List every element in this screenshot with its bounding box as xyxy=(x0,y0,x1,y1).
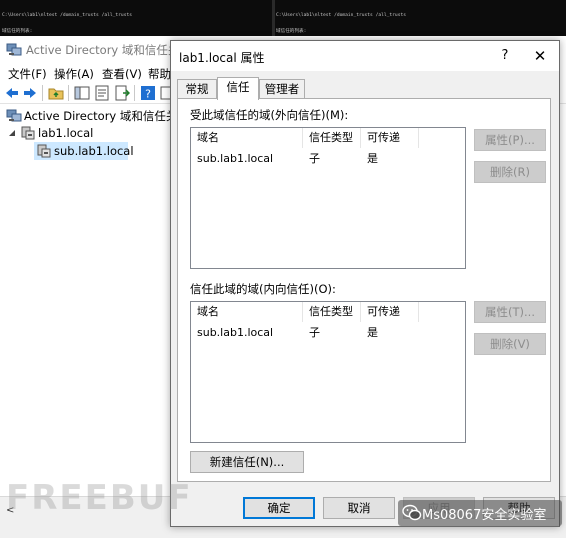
wechat-logo-icon xyxy=(402,504,422,521)
table-row[interactable]: sub.lab1.local 子 是 xyxy=(191,324,465,342)
list-header: 域名 信任类型 可传递 xyxy=(191,128,465,148)
toolbar-separator xyxy=(134,85,135,101)
console-tree: Active Directory 域和信任关系 [ lab1.local sub… xyxy=(0,106,197,506)
cell-domain-name: sub.lab1.local xyxy=(197,326,274,339)
help-button[interactable]: ? xyxy=(493,46,517,66)
toolbar-separator xyxy=(42,85,43,101)
help-icon[interactable]: ? xyxy=(140,85,156,101)
show-hide-tree-icon[interactable] xyxy=(74,85,90,101)
dialog-titlebar: lab1.local 属性 ? ✕ xyxy=(171,41,559,71)
outgoing-trusts-list[interactable]: 域名 信任类型 可传递 sub.lab1.local 子 是 xyxy=(190,127,466,269)
wechat-watermark-text: Ms08067安全实验室 xyxy=(422,508,547,523)
console-line: C:\Users\lab1\nltest /domain_trusts /all… xyxy=(2,12,132,18)
expanded-chevron-icon[interactable] xyxy=(8,129,16,137)
freebuf-watermark: FREEBUF xyxy=(6,478,193,518)
ad-domains-icon xyxy=(6,43,22,56)
cell-transitive: 是 xyxy=(367,326,378,339)
tab-trusts[interactable]: 信任 xyxy=(217,77,259,100)
cell-domain-name: sub.lab1.local xyxy=(197,152,274,165)
outgoing-remove-button[interactable]: 删除(R) xyxy=(474,161,546,183)
domain-icon xyxy=(37,144,51,158)
dialog-title: lab1.local 属性 xyxy=(179,51,265,65)
mmc-title: Active Directory 域和信任关系 xyxy=(26,43,191,57)
tree-item-lab1-local[interactable]: lab1.local xyxy=(4,124,170,142)
cell-trust-type: 子 xyxy=(309,326,320,339)
console-line: 域信任的列表: xyxy=(2,29,33,35)
incoming-trusts-list[interactable]: 域名 信任类型 可传递 sub.lab1.local 子 是 xyxy=(190,301,466,443)
cancel-button[interactable]: 取消 xyxy=(323,497,395,519)
column-transitive[interactable]: 可传递 xyxy=(361,302,419,322)
svg-text:?: ? xyxy=(145,88,151,101)
domain-icon xyxy=(21,126,35,140)
menu-file[interactable]: 文件(F) xyxy=(8,66,47,82)
menu-view[interactable]: 查看(V) xyxy=(102,66,142,82)
properties-icon[interactable] xyxy=(94,85,110,101)
column-trust-type[interactable]: 信任类型 xyxy=(303,128,361,148)
tree-item-sub-lab1-local[interactable]: sub.lab1.local xyxy=(34,142,134,160)
cell-transitive: 是 xyxy=(367,152,378,165)
menu-action[interactable]: 操作(A) xyxy=(54,66,94,82)
tab-strip: 常规 信任 管理者 xyxy=(177,77,557,100)
table-row[interactable]: sub.lab1.local 子 是 xyxy=(191,150,465,168)
console-line: 域信任的列表: xyxy=(276,29,307,35)
column-trust-type[interactable]: 信任类型 xyxy=(303,302,361,322)
outgoing-trusts-label: 受此域信任的域(外向信任)(M): xyxy=(190,108,349,122)
back-arrow-icon[interactable] xyxy=(4,85,20,101)
incoming-properties-button[interactable]: 属性(T)... xyxy=(474,301,546,323)
new-trust-button[interactable]: 新建信任(N)... xyxy=(190,451,304,473)
column-transitive[interactable]: 可传递 xyxy=(361,128,419,148)
tab-managed-by[interactable]: 管理者 xyxy=(259,79,305,99)
folder-up-icon[interactable] xyxy=(48,85,64,101)
incoming-remove-button[interactable]: 删除(V) xyxy=(474,333,546,355)
column-domain-name[interactable]: 域名 xyxy=(191,302,303,322)
tree-item-root[interactable]: Active Directory 域和信任关系 [ xyxy=(4,106,197,124)
toolbar-separator xyxy=(68,85,69,101)
domain-properties-dialog: lab1.local 属性 ? ✕ 常规 信任 管理者 受此域信任的域(外向信任… xyxy=(170,40,560,527)
wechat-watermark: Ms08067安全实验室 xyxy=(398,500,562,526)
console-line: C:\Users\lab1\nltest /domain_trusts /all… xyxy=(276,12,406,18)
menu-help[interactable]: 帮助 xyxy=(148,66,171,82)
tree-child-label: sub.lab1.local xyxy=(54,144,134,158)
ad-domains-icon xyxy=(6,109,22,122)
console-window: C:\Users\lab1\nltest /domain_trusts /all… xyxy=(0,0,566,83)
console-divider xyxy=(272,0,275,36)
tree-domain-label: lab1.local xyxy=(38,126,94,140)
cell-trust-type: 子 xyxy=(309,152,320,165)
incoming-trusts-label: 信任此域的域(内向信任)(O): xyxy=(190,282,336,296)
ok-button[interactable]: 确定 xyxy=(243,497,315,519)
export-list-icon[interactable] xyxy=(114,85,130,101)
column-domain-name[interactable]: 域名 xyxy=(191,128,303,148)
list-header: 域名 信任类型 可传递 xyxy=(191,302,465,322)
trusts-panel: 受此域信任的域(外向信任)(M): 域名 信任类型 可传递 sub.lab1.l… xyxy=(177,98,551,482)
tab-general[interactable]: 常规 xyxy=(177,79,217,99)
forward-arrow-icon[interactable] xyxy=(22,85,38,101)
outgoing-properties-button[interactable]: 属性(P)... xyxy=(474,129,546,151)
close-button[interactable]: ✕ xyxy=(527,46,553,66)
